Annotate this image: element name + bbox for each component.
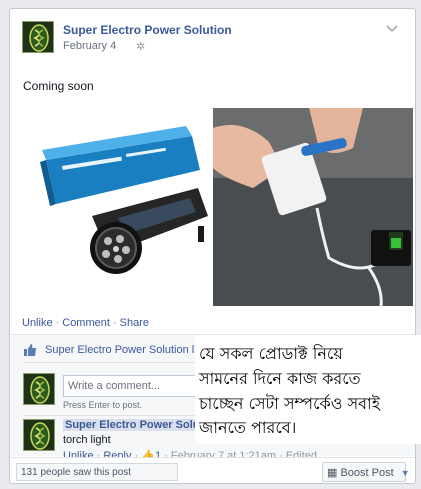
post-message: Coming soon — [23, 79, 94, 93]
post-footer: 131 people saw this post ▦ Boost Post ▼ — [11, 457, 415, 483]
thumbs-up-icon — [23, 343, 37, 357]
seen-count: 131 people saw this post — [16, 463, 178, 481]
boost-label: Boost Post — [340, 467, 394, 479]
post-actions: Unlike · Comment · Share — [22, 317, 149, 329]
overlay-line-2: সামনের দিনে কাজ করতে — [199, 369, 361, 388]
page-name-link[interactable]: Super Electro Power Solution — [63, 23, 232, 37]
chevron-down-icon[interactable] — [386, 25, 398, 36]
page-avatar[interactable] — [22, 21, 54, 53]
comment-text: torch light — [63, 434, 111, 446]
unlike-link[interactable]: Unlike — [22, 317, 53, 329]
likes-link[interactable]: Super Electro Power Solution like — [45, 344, 208, 356]
boost-post-button[interactable]: ▦ Boost Post ▼ — [322, 462, 410, 482]
overlay-line-3: চাচ্ছেন সেটা সম্পর্কেও সবাই — [199, 394, 381, 413]
enter-hint: Press Enter to post. — [63, 400, 143, 410]
separator: · — [55, 317, 60, 329]
gear-icon[interactable]: ✲ — [136, 40, 145, 53]
product-photo-powerbank[interactable] — [213, 108, 413, 306]
comment-link[interactable]: Comment — [62, 317, 110, 329]
overlay-line-4: জানতে পারবে। — [199, 418, 297, 437]
post-header: Super Electro Power Solution February 4 … — [22, 21, 402, 55]
overlay-line-1: যে সকল প্রোডাক্ট নিয়ে — [199, 344, 343, 363]
post-timestamp[interactable]: February 4 — [63, 40, 116, 52]
comment-author-avatar[interactable] — [23, 419, 55, 451]
chart-icon: ▦ — [327, 467, 338, 479]
commenter-avatar[interactable] — [23, 373, 55, 405]
bengali-caption-overlay: যে সকল প্রোডাক্ট নিয়ে সামনের দিনে কাজ ক… — [195, 335, 421, 444]
product-photo-torch[interactable] — [22, 108, 209, 306]
share-link[interactable]: Share — [120, 317, 149, 329]
separator: · — [112, 317, 117, 329]
caret-down-icon: ▼ — [400, 468, 410, 478]
